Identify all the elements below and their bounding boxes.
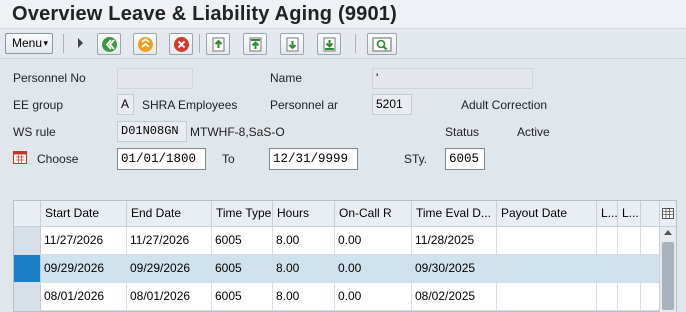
find-icon bbox=[372, 37, 392, 52]
column-header-hours[interactable]: Hours bbox=[273, 201, 335, 227]
cell-time-eval: 08/02/2025 bbox=[412, 283, 497, 310]
first-page-button[interactable] bbox=[243, 33, 267, 55]
personnel-area-label: Personnel ar bbox=[270, 98, 339, 112]
cell-on-call: 0.00 bbox=[335, 283, 412, 310]
last-page-button[interactable] bbox=[317, 33, 341, 55]
cell-time-type: 6005 bbox=[212, 227, 273, 254]
scroll-up-icon[interactable] bbox=[664, 230, 672, 235]
cell-l2 bbox=[618, 227, 641, 254]
chevron-down-icon: ▾ bbox=[43, 38, 48, 48]
choose-label: Choose bbox=[37, 152, 79, 166]
separator bbox=[199, 34, 200, 53]
column-header-l1[interactable]: L... bbox=[597, 201, 618, 227]
table-header: Start Date End Date Time Type Hours On-C… bbox=[14, 201, 676, 227]
cell-l1 bbox=[597, 255, 618, 282]
menu-button[interactable]: Menu ▾ bbox=[5, 33, 53, 54]
back-button[interactable] bbox=[97, 33, 121, 55]
from-date-input[interactable]: 01/01/1800 bbox=[117, 148, 206, 170]
table-row[interactable]: 08/01/2026 08/01/2026 6005 8.00 0.00 08/… bbox=[14, 283, 676, 311]
menu-label: Menu bbox=[12, 36, 43, 50]
row-selector[interactable] bbox=[14, 283, 41, 310]
personnel-no-field[interactable] bbox=[117, 68, 193, 89]
cell-hours: 8.00 bbox=[273, 255, 335, 282]
cell-time-eval: 09/30/2025 bbox=[412, 255, 497, 282]
personnel-no-label: Personnel No bbox=[13, 71, 86, 85]
cancel-icon bbox=[174, 37, 189, 52]
to-label: To bbox=[222, 152, 235, 166]
header-form: Personnel No Name ' EE group A SHRA Empl… bbox=[0, 60, 686, 200]
find-button[interactable] bbox=[367, 33, 397, 55]
column-header-start-date[interactable]: Start Date bbox=[41, 201, 127, 227]
to-date-input[interactable]: 12/31/9999 bbox=[269, 148, 358, 170]
table-row[interactable]: 11/27/2026 11/27/2026 6005 8.00 0.00 11/… bbox=[14, 227, 676, 255]
column-header-payout-date[interactable]: Payout Date bbox=[497, 201, 597, 227]
ws-rule-text: MTWHF-8,SaS-O bbox=[190, 125, 285, 139]
cell-payout-date bbox=[497, 283, 597, 310]
personnel-area-text: Adult Correction bbox=[461, 98, 548, 112]
download-button[interactable] bbox=[280, 33, 304, 55]
row-selector[interactable] bbox=[14, 255, 41, 282]
select-all-cell[interactable] bbox=[14, 201, 41, 227]
cell-start-date: 11/27/2026 bbox=[41, 227, 127, 254]
sty-label: STy. bbox=[404, 152, 428, 166]
name-label: Name bbox=[270, 71, 303, 85]
column-header-time-type[interactable]: Time Type bbox=[212, 201, 273, 227]
cell-l1 bbox=[597, 283, 618, 310]
exit-icon bbox=[138, 37, 153, 52]
status-value: Active bbox=[517, 125, 550, 139]
cell-time-type: 6005 bbox=[212, 255, 273, 282]
cell-end-date: 09/29/2026 bbox=[127, 255, 212, 282]
status-label: Status bbox=[445, 125, 480, 139]
cell-time-eval: 11/28/2025 bbox=[412, 227, 497, 254]
cell-l1 bbox=[597, 227, 618, 254]
column-header-end-date[interactable]: End Date bbox=[127, 201, 212, 227]
column-header-time-eval[interactable]: Time Eval D... bbox=[412, 201, 497, 227]
cell-hours: 8.00 bbox=[273, 227, 335, 254]
column-header-l2[interactable]: L... bbox=[618, 201, 641, 227]
vertical-scrollbar[interactable] bbox=[659, 227, 676, 312]
cell-start-date: 08/01/2026 bbox=[41, 283, 127, 310]
cell-on-call: 0.00 bbox=[335, 227, 412, 254]
column-header-on-call[interactable]: On-Call R bbox=[335, 201, 412, 227]
back-icon bbox=[102, 37, 117, 52]
upload-button[interactable] bbox=[206, 33, 230, 55]
personnel-area-code[interactable]: 5201 bbox=[372, 94, 412, 115]
separator bbox=[63, 34, 64, 53]
cancel-button[interactable] bbox=[169, 33, 193, 55]
title-bar: Overview Leave & Liability Aging (9901) bbox=[0, 0, 686, 29]
cell-payout-date bbox=[497, 227, 597, 254]
expand-triangle-icon[interactable] bbox=[78, 38, 83, 48]
cell-time-type: 6005 bbox=[212, 283, 273, 310]
toolbar: Menu ▾ bbox=[0, 29, 686, 59]
table-settings-button[interactable] bbox=[659, 201, 676, 227]
scrollbar-thumb[interactable] bbox=[662, 242, 674, 310]
table-settings-icon bbox=[662, 208, 674, 219]
ws-rule-label: WS rule bbox=[13, 125, 56, 139]
cell-payout-date bbox=[497, 255, 597, 282]
upload-icon bbox=[212, 37, 225, 52]
last-page-icon bbox=[323, 37, 336, 52]
cell-end-date: 11/27/2026 bbox=[127, 227, 212, 254]
separator bbox=[355, 34, 356, 53]
cell-l2 bbox=[618, 255, 641, 282]
first-page-icon bbox=[249, 37, 262, 52]
ee-group-text: SHRA Employees bbox=[142, 98, 238, 112]
cell-l2 bbox=[618, 283, 641, 310]
name-field[interactable]: ' bbox=[372, 68, 533, 89]
calendar-icon[interactable] bbox=[13, 150, 27, 169]
leave-table: Start Date End Date Time Type Hours On-C… bbox=[13, 200, 677, 312]
exit-button[interactable] bbox=[133, 33, 157, 55]
download-icon bbox=[286, 37, 299, 52]
ee-group-code[interactable]: A bbox=[117, 94, 134, 115]
sty-input[interactable]: 6005 bbox=[445, 148, 485, 170]
table-row-selected[interactable]: 09/29/2026 09/29/2026 6005 8.00 0.00 09/… bbox=[14, 255, 676, 283]
ee-group-label: EE group bbox=[13, 98, 64, 112]
ws-rule-code[interactable]: D01N08GN bbox=[117, 121, 187, 142]
row-selector[interactable] bbox=[14, 227, 41, 254]
cell-start-date: 09/29/2026 bbox=[41, 255, 127, 282]
page-title: Overview Leave & Liability Aging (9901) bbox=[12, 3, 397, 25]
cell-hours: 8.00 bbox=[273, 283, 335, 310]
cell-on-call: 0.00 bbox=[335, 255, 412, 282]
cell-end-date: 08/01/2026 bbox=[127, 283, 212, 310]
